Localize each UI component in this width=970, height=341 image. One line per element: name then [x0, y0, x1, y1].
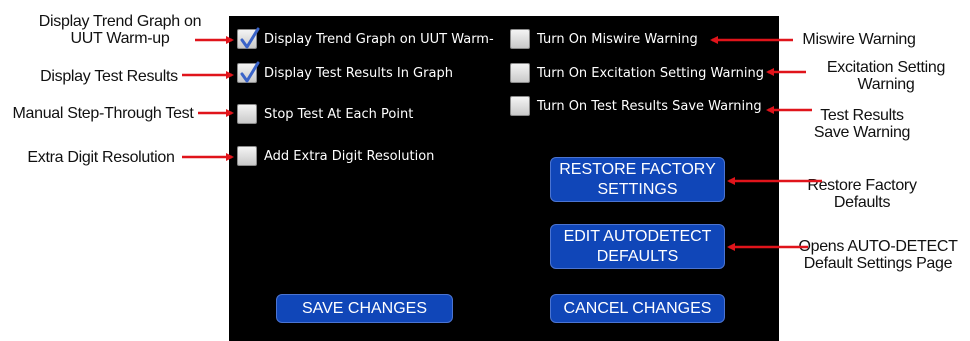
callout-arrows [182, 36, 822, 251]
